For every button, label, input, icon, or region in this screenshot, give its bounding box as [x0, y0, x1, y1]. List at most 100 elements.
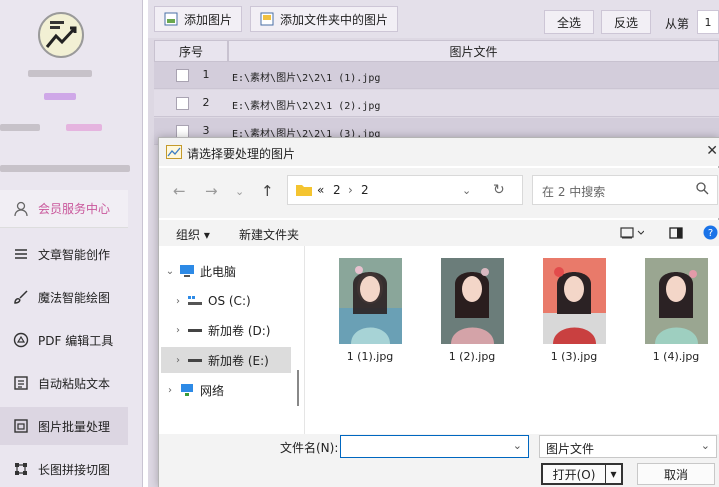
select-all-button[interactable]: 全选 — [544, 10, 595, 34]
open-button[interactable]: 打开(O) — [541, 463, 607, 485]
file-item[interactable]: 1 (2).jpg — [433, 258, 511, 363]
new-folder-button[interactable]: 新建文件夹 — [239, 226, 299, 243]
row-file-path: E:\素材\图片\2\2\1 (1).jpg — [232, 73, 381, 84]
sidebar-item-label: 文章智能创作 — [38, 247, 111, 262]
file-item[interactable]: 1 (3).jpg — [535, 258, 613, 363]
sidebar-item-article-writing[interactable]: 文章智能创作 — [0, 235, 128, 273]
sidebar-item-label: PDF 编辑工具 — [38, 333, 114, 348]
back-arrow-icon[interactable]: ← — [173, 182, 186, 200]
chevron-down-icon[interactable]: ⌄ — [462, 184, 471, 197]
navigation-pane: ⌄ 此电脑 › OS (C:) › 新加卷 (D:) › 新加卷 (E:) › … — [159, 246, 305, 434]
sidebar-item-batch-image[interactable]: 图片批量处理 — [0, 407, 128, 445]
nav-scrollbar[interactable] — [297, 370, 299, 406]
blurred-badge — [44, 93, 76, 100]
row-checkbox[interactable] — [176, 69, 189, 82]
file-list-pane: 1 (1).jpg 1 (2).jpg 1 (3).jpg 1 (4).jpg — [307, 246, 719, 434]
address-bar[interactable]: « 2 › 2 ⌄ ↻ — [287, 175, 523, 205]
add-image-button[interactable]: 添加图片 — [154, 6, 243, 32]
column-header-index: 序号 — [154, 40, 228, 62]
nav-item-label: 新加卷 (D:) — [208, 323, 271, 338]
computer-icon — [179, 265, 195, 277]
chevron-right-icon[interactable]: › — [169, 325, 187, 336]
image-thumbnail — [542, 258, 606, 344]
sidebar: 会员服务中心 文章智能创作 魔法智能绘图 PDF 编辑工具 自动粘贴文本 图片批… — [0, 0, 143, 487]
address-row: ← → ⌄ ↑ « 2 › 2 ⌄ ↻ 在 2 中搜索 — [159, 168, 719, 218]
file-item[interactable]: 1 (1).jpg — [331, 258, 409, 363]
open-dropdown-icon[interactable]: ▾ — [605, 463, 623, 485]
windows-drive-icon — [187, 295, 203, 307]
command-bar: 组织 ▾ 新建文件夹 ? — [159, 220, 719, 246]
grid-corners-icon — [12, 460, 30, 478]
drive-icon — [187, 324, 203, 336]
blurred-username — [28, 70, 92, 77]
clipboard-icon — [12, 374, 30, 392]
forward-arrow-icon[interactable]: → — [205, 182, 218, 200]
image-thumbnail — [338, 258, 402, 344]
chevron-right-icon[interactable]: › — [169, 296, 187, 307]
file-name: 1 (4).jpg — [652, 350, 700, 363]
filetype-select[interactable]: 图片文件 ⌄ — [539, 435, 717, 458]
chevron-right-icon[interactable]: › — [169, 355, 187, 366]
view-options-icon[interactable] — [620, 226, 645, 243]
sidebar-item-label: 自动粘贴文本 — [38, 376, 111, 391]
sidebar-item-member-center[interactable]: 会员服务中心 — [0, 190, 128, 228]
preview-pane-icon[interactable] — [669, 226, 683, 243]
breadcrumb-part[interactable]: 2 — [333, 183, 341, 197]
nav-item-drive-e[interactable]: › 新加卷 (E:) — [161, 347, 291, 373]
nav-item-drive-c[interactable]: › OS (C:) — [161, 288, 291, 314]
breadcrumb-prefix: « — [317, 183, 325, 197]
open-file-dialog: 请选择要处理的图片 ✕ ← → ⌄ ↑ « 2 › 2 ⌄ ↻ 在 2 中搜索 … — [158, 137, 719, 487]
sidebar-item-auto-paste[interactable]: 自动粘贴文本 — [0, 364, 128, 402]
user-icon — [12, 200, 30, 218]
nav-item-label: 网络 — [200, 383, 225, 398]
sidebar-item-pdf-tools[interactable]: PDF 编辑工具 — [0, 321, 128, 359]
add-folder-images-label: 添加文件夹中的图片 — [280, 12, 389, 27]
drive-icon — [187, 354, 203, 366]
menu-lines-icon — [12, 245, 30, 263]
nav-item-label: 新加卷 (E:) — [208, 353, 269, 368]
table-row[interactable]: 2 E:\素材\图片\2\2\1 (2).jpg — [154, 90, 719, 117]
row-checkbox[interactable] — [176, 97, 189, 110]
filename-input[interactable]: ⌄ — [340, 435, 529, 458]
nav-item-label: OS (C:) — [208, 294, 251, 308]
nav-item-label: 此电脑 — [200, 264, 237, 279]
up-arrow-icon[interactable]: ↑ — [261, 182, 274, 200]
sidebar-item-label: 图片批量处理 — [38, 419, 111, 434]
table-row[interactable]: 1 E:\素材\图片\2\2\1 (1).jpg — [154, 62, 719, 89]
invert-selection-button[interactable]: 反选 — [601, 10, 652, 34]
brush-icon — [12, 288, 30, 306]
from-index-input[interactable]: 1 — [697, 10, 719, 34]
sidebar-item-long-image[interactable]: 长图拼接切图 — [0, 450, 128, 487]
blurred-info — [0, 124, 40, 131]
chevron-right-icon[interactable]: › — [161, 385, 179, 396]
folder-icon — [296, 184, 312, 199]
refresh-icon[interactable]: ↻ — [493, 182, 505, 198]
network-icon — [179, 384, 195, 396]
chevron-down-icon[interactable]: ⌄ — [161, 266, 179, 277]
chevron-down-icon[interactable]: ⌄ — [701, 439, 710, 452]
file-name: 1 (1).jpg — [346, 350, 394, 363]
blurred-info-highlight — [66, 124, 102, 131]
breadcrumb-part[interactable]: 2 — [361, 183, 369, 197]
row-index: 2 — [202, 96, 210, 109]
row-index: 1 — [202, 68, 210, 81]
sidebar-item-label: 长图拼接切图 — [38, 462, 111, 477]
add-image-label: 添加图片 — [184, 12, 233, 27]
add-folder-images-button[interactable]: 添加文件夹中的图片 — [250, 6, 399, 32]
dialog-footer: 文件名(N): ⌄ 图片文件 ⌄ 打开(O) ▾ 取消 — [159, 434, 719, 487]
sidebar-item-label: 会员服务中心 — [38, 202, 111, 216]
cancel-button[interactable]: 取消 — [637, 463, 715, 485]
close-icon[interactable]: ✕ — [706, 143, 718, 159]
search-box[interactable]: 在 2 中搜索 — [532, 175, 718, 205]
help-icon[interactable]: ? — [703, 225, 718, 243]
chevron-down-icon[interactable]: ⌄ — [513, 439, 522, 452]
search-input[interactable]: 在 2 中搜索 — [542, 183, 605, 200]
organize-menu[interactable]: 组织 ▾ — [176, 226, 210, 243]
image-frame-icon — [12, 417, 30, 435]
sidebar-item-magic-drawing[interactable]: 魔法智能绘图 — [0, 278, 128, 316]
recent-dropdown-icon[interactable]: ⌄ — [235, 185, 244, 198]
nav-item-this-pc[interactable]: ⌄ 此电脑 — [161, 258, 291, 284]
nav-item-drive-d[interactable]: › 新加卷 (D:) — [161, 317, 291, 343]
nav-item-network[interactable]: › 网络 — [161, 377, 291, 403]
file-item[interactable]: 1 (4).jpg — [637, 258, 715, 363]
